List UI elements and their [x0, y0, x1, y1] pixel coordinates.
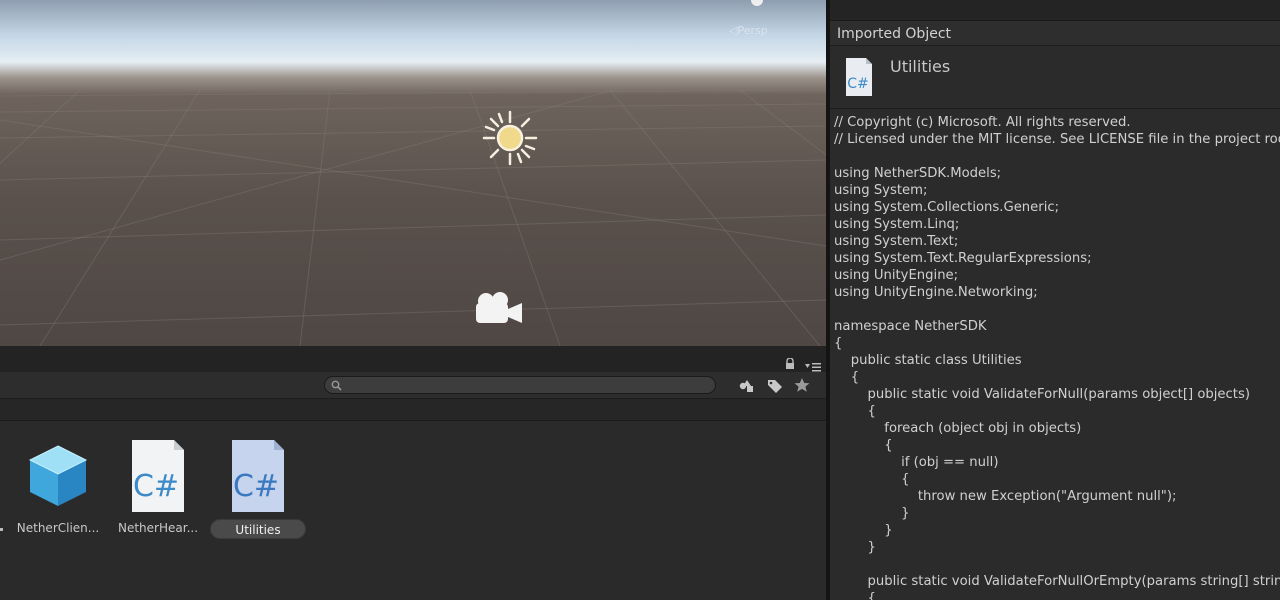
partial-asset-label	[0, 528, 3, 531]
scene-view[interactable]: ◁Persp	[0, 0, 826, 346]
svg-text:C#: C#	[847, 76, 869, 92]
asset-name: Utilities	[890, 57, 951, 76]
favorite-star-icon[interactable]	[790, 376, 814, 394]
asset-item[interactable]: NetherClien...	[10, 440, 106, 540]
sun-icon[interactable]	[482, 110, 538, 166]
svg-text:C#: C#	[133, 469, 179, 504]
panel-tab-strip	[0, 346, 826, 372]
asset-item-selected[interactable]: C# Utilities	[210, 440, 306, 540]
asset-item[interactable]: C# NetherHear...	[110, 440, 206, 540]
scene-grid	[0, 87, 826, 346]
panel-menu-icon[interactable]	[805, 362, 821, 372]
asset-label: NetherHear...	[117, 521, 199, 535]
asset-label: NetherClien...	[16, 521, 100, 535]
svg-text:C#: C#	[233, 469, 279, 504]
filter-by-type-icon[interactable]	[735, 376, 759, 394]
search-icon	[331, 380, 342, 391]
csharp-script-icon: C#	[132, 440, 184, 512]
prefab-cube-icon	[28, 445, 88, 506]
breadcrumb	[0, 399, 826, 421]
asset-header	[830, 46, 1280, 109]
code-text: // Copyright (c) Microsoft. All rights r…	[834, 115, 1280, 600]
csharp-script-icon: C#	[232, 440, 284, 512]
filter-by-label-icon[interactable]	[762, 376, 786, 394]
inspector-header: Imported Object	[830, 21, 1280, 46]
asset-label: Utilities	[210, 519, 306, 539]
search-input[interactable]	[347, 378, 707, 392]
inspector-panel: Imported Object C# Utilities // Copyrigh…	[830, 0, 1280, 600]
projection-label[interactable]: ◁Persp	[729, 24, 768, 37]
code-preview[interactable]: // Copyright (c) Microsoft. All rights r…	[834, 114, 1280, 600]
csharp-script-icon: C#	[846, 58, 872, 96]
camera-icon[interactable]	[472, 289, 524, 327]
inspector-tab-bar	[830, 0, 1280, 21]
inspector-title: Imported Object	[837, 26, 952, 42]
search-field[interactable]	[324, 376, 716, 394]
lock-icon[interactable]	[785, 358, 795, 370]
